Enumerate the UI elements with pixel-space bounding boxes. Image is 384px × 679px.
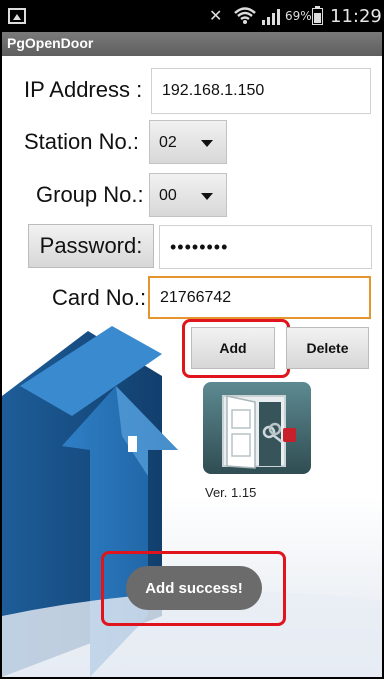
door-key-icon (222, 395, 296, 469)
signal-icon (262, 9, 280, 25)
status-bar: ✕ 69% 11:29 (2, 2, 382, 32)
group-no-value: 00 (159, 187, 177, 204)
delete-button[interactable]: Delete (286, 327, 369, 369)
version-text: Ver. 1.15 (205, 485, 257, 500)
mute-icon: ✕ (209, 6, 223, 25)
app-title-bar: PgOpenDoor (2, 32, 382, 56)
ip-address-input[interactable]: 192.168.1.150 (151, 68, 371, 114)
highlight-box-add (182, 319, 290, 378)
phone-screen: ✕ 69% 11:29 PgOpenDoor IP Address: 192.… (0, 0, 384, 679)
app-logo (203, 382, 311, 474)
station-no-select[interactable]: 02 (149, 120, 227, 164)
battery-percent: 69% (285, 9, 312, 23)
station-no-label: Station No.: (24, 129, 139, 154)
card-no-input[interactable]: 21766742 (148, 276, 371, 319)
clock: 11:29 (330, 6, 382, 27)
battery-icon (312, 6, 323, 25)
gallery-icon (8, 8, 26, 24)
ip-address-label: IP Address : (24, 77, 143, 102)
wifi-icon (234, 7, 256, 24)
card-no-label: Card No.: (52, 285, 147, 310)
app-title: PgOpenDoor (7, 35, 94, 51)
station-no-value: 02 (159, 134, 177, 151)
dropdown-arrow-icon (201, 193, 213, 200)
password-button[interactable]: Password: (28, 224, 154, 268)
highlight-box-toast (101, 551, 286, 626)
group-no-label: Group No.: (36, 182, 144, 207)
password-input[interactable]: •••••••• (159, 225, 372, 269)
dropdown-arrow-icon (201, 140, 213, 147)
group-no-select[interactable]: 00 (149, 173, 227, 217)
